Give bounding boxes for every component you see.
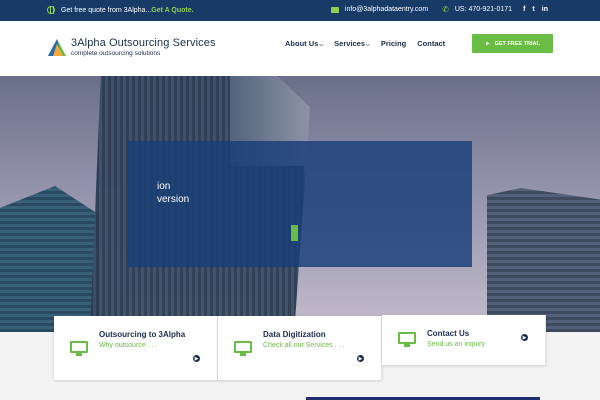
email-link[interactable]: info@3alphadataentry.com: [345, 6, 428, 13]
monitor-icon: [70, 341, 88, 356]
card-data-digitization[interactable]: Data Digitization Check all our Services…: [218, 316, 382, 380]
card-subtitle[interactable]: Send us an inquiry: [427, 341, 485, 348]
free-trial-label: GET FREE TRIAL: [494, 40, 540, 47]
arrow-right-icon[interactable]: ▶: [521, 334, 528, 341]
hero-banner: ion version: [0, 76, 600, 332]
nav-services[interactable]: Services⌵: [334, 39, 370, 48]
building-right: [487, 188, 600, 332]
linkedin-icon[interactable]: in: [542, 6, 548, 13]
nav-contact[interactable]: Contact: [417, 39, 445, 48]
monitor-icon: [398, 332, 416, 347]
arrow-right-icon[interactable]: ▶: [193, 355, 200, 362]
brand-tagline: complete outsourcing solutions: [71, 50, 161, 57]
card-title: Outsourcing to 3Alpha: [99, 330, 186, 339]
card-title: Data Digitization: [263, 330, 326, 339]
card-outsourcing[interactable]: Outsourcing to 3Alpha Why outsource . . …: [54, 316, 218, 380]
brand-name: 3Alpha Outsourcing Services: [71, 37, 216, 49]
nav-about-us[interactable]: About Us⌵: [285, 39, 323, 48]
card-subtitle[interactable]: Why outsource . . .: [99, 342, 157, 349]
free-trial-button[interactable]: ► GET FREE TRIAL: [472, 34, 553, 53]
card-title: Contact Us: [427, 329, 470, 338]
card-subtitle[interactable]: Check all our Services . . .: [263, 342, 344, 349]
top-bar: Get free quote from 3Alpha...Get A Quote…: [0, 0, 600, 21]
building-left: [0, 186, 100, 332]
twitter-icon[interactable]: t: [532, 6, 534, 13]
phone-number[interactable]: US: 470-921-0171: [455, 6, 512, 13]
logo-triangle-icon: [48, 39, 66, 56]
quote-text: Get free quote from 3Alpha...Get A Quote…: [61, 6, 194, 14]
mail-icon: [330, 6, 339, 13]
main-nav: About Us⌵ Services⌵ Pricing Contact: [285, 39, 445, 48]
hero-line-2: version: [157, 194, 190, 205]
globe-icon: [47, 6, 55, 14]
hero-caption-box: ion version: [127, 141, 472, 267]
arrow-right-icon[interactable]: ▶: [357, 355, 364, 362]
service-cards: Outsourcing to 3Alpha Why outsource . . …: [54, 315, 546, 380]
hero-button[interactable]: [291, 225, 298, 241]
phone-icon: ✆: [442, 5, 449, 14]
hero-line-1: ion: [157, 181, 171, 192]
nav-pricing[interactable]: Pricing: [381, 39, 406, 48]
chevron-down-icon: ⌵: [319, 42, 324, 48]
card-contact-us[interactable]: Contact Us Send us an inquiry ▶: [382, 315, 546, 365]
site-header: 3Alpha Outsourcing Services complete out…: [0, 21, 600, 76]
get-quote-link[interactable]: Get A Quote.: [151, 7, 193, 14]
facebook-icon[interactable]: f: [523, 6, 525, 13]
monitor-icon: [234, 341, 252, 356]
logo[interactable]: 3Alpha Outsourcing Services complete out…: [47, 37, 216, 58]
megaphone-icon: ►: [485, 40, 491, 47]
chevron-down-icon: ⌵: [366, 42, 370, 48]
